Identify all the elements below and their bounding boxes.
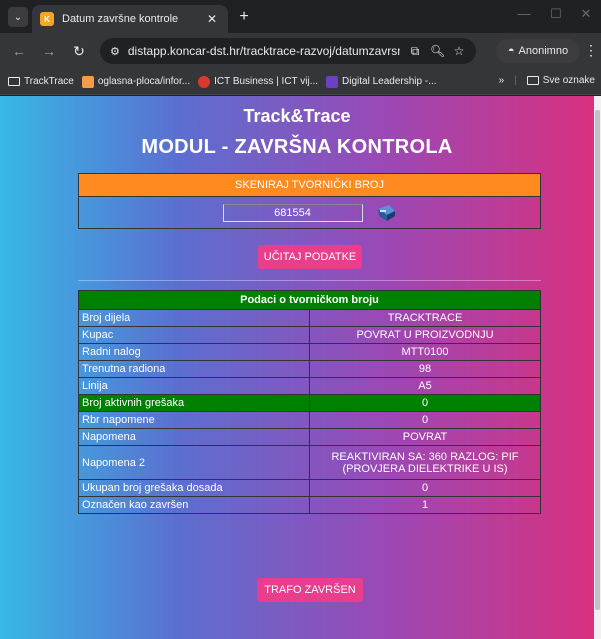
new-tab-button[interactable]: + xyxy=(234,8,254,26)
row-label: Kupac xyxy=(78,326,310,344)
site-favicon-icon: K xyxy=(40,12,54,26)
row-value: MTT0100 xyxy=(309,343,541,361)
minimize-icon[interactable]: — xyxy=(514,6,534,21)
row-value: REAKTIVIRAN SA: 360 RAZLOG: PIF (PROVJER… xyxy=(309,445,541,480)
tab-strip: ⌄ K Datum završne kontrole ✕ + — ☐ ✕ xyxy=(0,0,601,33)
scan-header: SKENIRAJ TVORNIČKI BROJ xyxy=(78,173,541,197)
url-text: distapp.koncar-dst.hr/tracktrace-razvoj/… xyxy=(127,44,400,58)
serial-info-table: Podaci o tvorničkom broju Broj dijela TRA… xyxy=(78,290,541,514)
table-row: Trenutna radiona 98 xyxy=(78,360,541,378)
table-title: Podaci o tvorničkom broju xyxy=(78,290,541,310)
table-row: Rbr napomene 0 xyxy=(78,411,541,429)
page-content: Track&Trace MODUL - ZAVRŠNA KONTROLA SKE… xyxy=(0,96,594,639)
site-icon xyxy=(198,75,211,88)
back-icon[interactable]: ← xyxy=(10,42,28,60)
zoom-icon[interactable]: 🔍︎ xyxy=(430,44,445,58)
translate-icon[interactable]: ⧉ xyxy=(408,44,422,59)
row-label: Označen kao završen xyxy=(78,496,310,514)
row-label: Linija xyxy=(78,377,310,395)
bookmark-label: Digital Leadership -... xyxy=(342,76,437,87)
row-value: POVRAT U PROIZVODNJU xyxy=(309,326,541,344)
bookmark-tracktrace[interactable]: TrackTrace xyxy=(8,76,74,87)
row-value: TRACKTRACE xyxy=(309,309,541,327)
row-label: Napomena xyxy=(78,428,310,446)
table-row: Označen kao završen 1 xyxy=(78,496,541,514)
folder-icon xyxy=(526,76,539,85)
row-label: Broj dijela xyxy=(78,309,310,327)
divider xyxy=(78,280,541,281)
table-row-highlighted: Broj aktivnih grešaka 0 xyxy=(78,394,541,412)
row-label: Ukupan broj grešaka dosada xyxy=(78,479,310,497)
bookmark-label: ICT Business | ICT vij... xyxy=(214,76,319,87)
row-label: Radni nalog xyxy=(78,343,310,361)
browser-toolbar: ← → ↻ ⚙ distapp.koncar-dst.hr/tracktrace… xyxy=(0,33,601,69)
scan-panel: SKENIRAJ TVORNIČKI BROJ xyxy=(78,173,541,229)
page-subtitle: MODUL - ZAVRŠNA KONTROLA xyxy=(141,136,453,158)
bookmark-label: oglasna-ploca/infor... xyxy=(97,76,191,87)
reload-icon[interactable]: ↻ xyxy=(70,42,88,60)
table-row: Radni nalog MTT0100 xyxy=(78,343,541,361)
all-bookmarks-button[interactable]: Sve oznake xyxy=(526,75,595,86)
close-window-icon[interactable]: ✕ xyxy=(576,6,596,22)
site-info-icon[interactable]: ⚙ xyxy=(110,45,120,58)
row-value: A5 xyxy=(309,377,541,395)
incognito-label: Anonimno xyxy=(518,45,569,57)
bookmark-label: TrackTrace xyxy=(24,76,74,87)
menu-dots-icon[interactable]: ⋮ xyxy=(584,42,598,59)
mark-finished-button[interactable]: TRAFO ZAVRŠEN xyxy=(257,578,363,602)
page-title: Track&Trace xyxy=(243,106,351,126)
row-value: 1 xyxy=(309,496,541,514)
row-value: 98 xyxy=(309,360,541,378)
site-icon xyxy=(81,75,94,88)
row-label: Napomena 2 xyxy=(78,445,310,480)
table-row: Napomena POVRAT xyxy=(78,428,541,446)
load-data-button[interactable]: UČITAJ PODATKE xyxy=(258,245,362,269)
table-row: Linija A5 xyxy=(78,377,541,395)
bookmark-ict-business[interactable]: ICT Business | ICT vij... xyxy=(198,75,319,88)
separator: | xyxy=(514,75,517,86)
maximize-icon[interactable]: ☐ xyxy=(546,6,566,22)
table-row: Broj dijela TRACKTRACE xyxy=(78,309,541,327)
bookmark-digital-leadership[interactable]: Digital Leadership -... xyxy=(326,75,437,88)
bookmarks-bar: TrackTrace oglasna-ploca/infor... ICT Bu… xyxy=(0,69,601,95)
tab-title: Datum završne kontrole xyxy=(62,13,179,25)
browser-tab[interactable]: K Datum završne kontrole ✕ xyxy=(32,5,228,33)
bookmark-star-icon[interactable]: ☆ xyxy=(452,44,466,58)
row-label: Broj aktivnih grešaka xyxy=(78,394,310,412)
row-label: Rbr napomene xyxy=(78,411,310,429)
folder-icon xyxy=(8,77,20,86)
row-value: 0 xyxy=(309,394,541,412)
scrollbar-thumb[interactable] xyxy=(595,110,600,610)
row-label: Trenutna radiona xyxy=(78,360,310,378)
row-value: 0 xyxy=(309,411,541,429)
table-row: Napomena 2 REAKTIVIRAN SA: 360 RAZLOG: PI… xyxy=(78,445,541,480)
barcode-scanner-icon[interactable] xyxy=(375,203,397,223)
page-scrollbar[interactable] xyxy=(594,96,601,639)
tab-search-button[interactable]: ⌄ xyxy=(8,7,28,27)
table-row: Ukupan broj grešaka dosada 0 xyxy=(78,479,541,497)
row-value: 0 xyxy=(309,479,541,497)
forward-icon[interactable]: → xyxy=(40,42,58,60)
site-icon xyxy=(326,75,339,88)
all-bookmarks-label: Sve oznake xyxy=(542,75,595,86)
bookmarks-overflow-icon[interactable]: » xyxy=(499,75,505,86)
bookmark-oglasna-ploca[interactable]: oglasna-ploca/infor... xyxy=(81,75,191,88)
serial-number-input[interactable] xyxy=(222,203,363,222)
table-row: Kupac POVRAT U PROIZVODNJU xyxy=(78,326,541,344)
tab-close-icon[interactable]: ✕ xyxy=(204,12,220,26)
row-value: POVRAT xyxy=(309,428,541,446)
address-bar[interactable]: ⚙ distapp.koncar-dst.hr/tracktrace-razvo… xyxy=(100,38,476,64)
scan-row xyxy=(78,197,541,229)
incognito-badge[interactable]: ◓ Anonimno xyxy=(496,39,580,63)
incognito-icon: ◓ xyxy=(507,45,515,57)
